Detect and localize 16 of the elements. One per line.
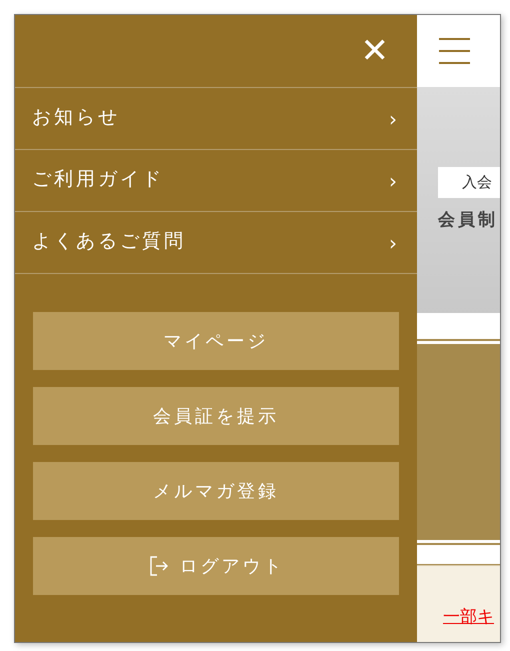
menu-item-label: ご利用ガイド	[32, 168, 164, 192]
chevron-icon: ›	[389, 228, 397, 258]
notice-link[interactable]: 一部キ	[443, 604, 494, 630]
chevron-icon: ›	[389, 166, 397, 196]
logout-icon	[148, 555, 170, 577]
close-button[interactable]: ✕	[360, 34, 389, 68]
chevron-icon: ›	[389, 104, 397, 134]
logout-button[interactable]: ログアウト	[33, 537, 399, 595]
menu-item-label: お知らせ	[32, 106, 120, 130]
hero-tag: 入会	[438, 167, 500, 198]
menu-button[interactable]: メルマガ登録	[33, 462, 399, 520]
menu-item-label: よくあるご質問	[32, 230, 186, 254]
hero-title: 会員制	[438, 208, 499, 232]
menu-button[interactable]: 会員証を提示	[33, 387, 399, 445]
menu-icon[interactable]	[439, 38, 470, 64]
menu-button[interactable]: マイページ	[33, 312, 399, 370]
